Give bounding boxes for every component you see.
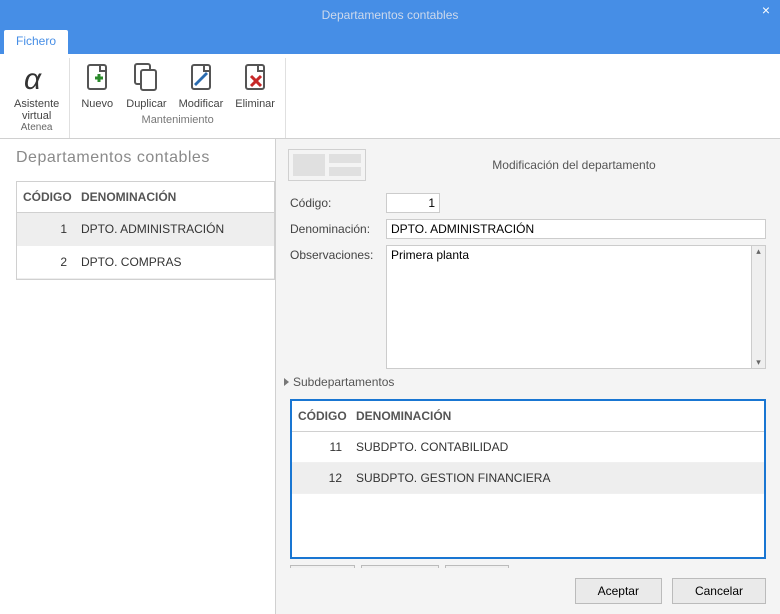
assistant-button[interactable]: α Asistente virtual Atenea <box>8 58 65 135</box>
cell-name: DPTO. ADMINISTRACIÓN <box>75 213 274 245</box>
department-form: Código: Denominación: Observaciones: Pri… <box>276 187 780 399</box>
subdep-header-row: CÓDIGO DENOMINACIÓN <box>292 401 764 432</box>
duplicar-label: Duplicar <box>126 98 166 110</box>
cell-name: SUBDPTO. GESTION FINANCIERA <box>350 463 764 493</box>
subdep-col-header-name[interactable]: DENOMINACIÓN <box>350 401 764 431</box>
duplicate-icon <box>129 60 163 98</box>
group-maintenance-label: Mantenimiento <box>142 114 214 128</box>
cell-code: 2 <box>17 246 75 278</box>
assistant-label: Asistente virtual <box>14 98 59 122</box>
left-pane: Departamentos contables CÓDIGO DENOMINAC… <box>0 139 275 614</box>
nuevo-button[interactable]: Nuevo <box>74 58 120 112</box>
subdeps-heading: Subdepartamentos <box>290 375 766 389</box>
duplicar-button[interactable]: Duplicar <box>120 58 172 112</box>
modificar-label: Modificar <box>179 98 224 110</box>
edit-doc-icon <box>184 60 218 98</box>
observaciones-input[interactable]: Primera planta <box>386 245 752 369</box>
cell-code: 11 <box>292 432 350 462</box>
right-header: Modificación del departamento <box>276 139 780 187</box>
table-row[interactable]: 1DPTO. ADMINISTRACIÓN <box>17 213 274 246</box>
dep-header-row: CÓDIGO DENOMINACIÓN <box>17 182 274 213</box>
chevron-down-icon[interactable]: ▾ <box>756 357 761 368</box>
cancel-button[interactable]: Cancelar <box>672 578 766 604</box>
ribbon: α Asistente virtual Atenea Nuevo Duplica… <box>0 54 780 139</box>
cell-code: 1 <box>17 213 75 245</box>
eliminar-label: Eliminar <box>235 98 275 110</box>
tab-strip: Fichero <box>0 30 780 54</box>
chevron-right-icon[interactable] <box>284 378 289 386</box>
cell-name: DPTO. COMPRAS <box>75 246 274 278</box>
ribbon-group-assistant: α Asistente virtual Atenea <box>4 58 70 138</box>
image-placeholder-icon <box>293 154 325 176</box>
denominacion-input[interactable] <box>386 219 766 239</box>
subdep-table: CÓDIGO DENOMINACIÓN 11SUBDPTO. CONTABILI… <box>290 399 766 559</box>
field-placeholder-icon <box>329 154 361 163</box>
right-pane: Modificación del departamento Código: De… <box>275 139 780 614</box>
dep-col-header-name[interactable]: DENOMINACIÓN <box>75 182 274 212</box>
modificar-button[interactable]: Modificar <box>173 58 230 112</box>
delete-doc-icon <box>238 60 272 98</box>
close-icon[interactable]: × <box>762 2 770 18</box>
codigo-input[interactable] <box>386 193 440 213</box>
label-denom: Denominación: <box>290 219 386 236</box>
cell-code: 12 <box>292 463 350 493</box>
subdeps-label: Subdepartamentos <box>293 375 394 389</box>
table-row[interactable]: 2DPTO. COMPRAS <box>17 246 274 279</box>
ribbon-group-maintenance: Nuevo Duplicar Modificar Eliminar <box>70 58 286 138</box>
titlebar: Departamentos contables × <box>0 0 780 30</box>
nuevo-label: Nuevo <box>81 98 113 110</box>
department-table: CÓDIGO DENOMINACIÓN 1DPTO. ADMINISTRACIÓ… <box>16 181 275 280</box>
eliminar-button[interactable]: Eliminar <box>229 58 281 112</box>
assistant-sub: Atenea <box>21 122 53 133</box>
alpha-icon: α <box>20 60 54 98</box>
table-row[interactable]: 12SUBDPTO. GESTION FINANCIERA <box>292 463 764 494</box>
cell-name: SUBDPTO. CONTABILIDAD <box>350 432 764 462</box>
subdep-col-header-code[interactable]: CÓDIGO <box>292 401 350 431</box>
field-placeholder-icon <box>329 167 361 176</box>
obs-scrollbar[interactable]: ▴▾ <box>752 245 766 369</box>
header-icons <box>288 149 366 181</box>
dep-col-header-code[interactable]: CÓDIGO <box>17 182 75 212</box>
footer: Aceptar Cancelar <box>276 568 780 614</box>
chevron-up-icon[interactable]: ▴ <box>756 246 761 257</box>
new-doc-icon <box>80 60 114 98</box>
label-codigo: Código: <box>290 193 386 210</box>
table-row[interactable]: 11SUBDPTO. CONTABILIDAD <box>292 432 764 463</box>
label-obs: Observaciones: <box>290 245 386 262</box>
accept-button[interactable]: Aceptar <box>575 578 662 604</box>
tab-fichero[interactable]: Fichero <box>4 30 68 54</box>
svg-text:α: α <box>24 63 42 96</box>
panel-title: Modificación del departamento <box>380 158 768 172</box>
pane-title: Departamentos contables <box>16 149 275 167</box>
window-title: Departamentos contables <box>322 8 459 22</box>
